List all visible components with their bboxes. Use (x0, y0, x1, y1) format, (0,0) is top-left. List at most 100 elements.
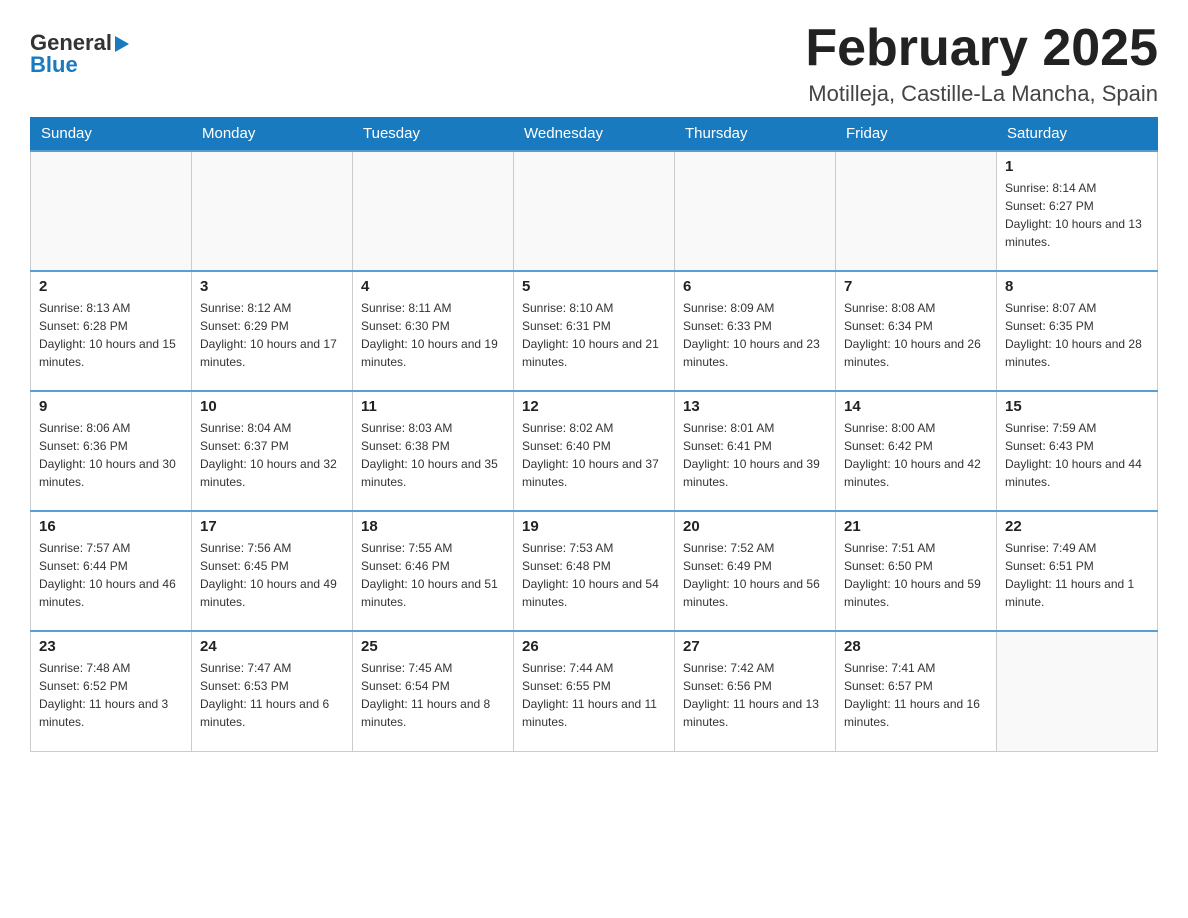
calendar-header-row: SundayMondayTuesdayWednesdayThursdayFrid… (31, 117, 1158, 151)
calendar-week-row: 16 Sunrise: 7:57 AMSunset: 6:44 PMDayligh… (31, 511, 1158, 631)
calendar-cell: 28 Sunrise: 7:41 AMSunset: 6:57 PMDayligh… (836, 631, 997, 751)
calendar-cell: 2 Sunrise: 8:13 AMSunset: 6:28 PMDaylight… (31, 271, 192, 391)
day-number: 21 (844, 518, 988, 535)
calendar-cell (31, 151, 192, 271)
day-info: Sunrise: 7:49 AMSunset: 6:51 PMDaylight:… (1005, 539, 1149, 611)
calendar-cell: 8Sunrise: 8:07 AMSunset: 6:35 PMDaylight… (997, 271, 1158, 391)
day-number: 12 (522, 398, 666, 415)
calendar-week-row: 23Sunrise: 7:48 AMSunset: 6:52 PMDayligh… (31, 631, 1158, 751)
day-number: 18 (361, 518, 505, 535)
day-number: 22 (1005, 518, 1149, 535)
day-info: Sunrise: 8:11 AMSunset: 6:30 PMDaylight:… (361, 299, 505, 371)
day-info: Sunrise: 7:41 AMSunset: 6:57 PMDaylight:… (844, 659, 988, 731)
calendar-cell: 24Sunrise: 7:47 AMSunset: 6:53 PMDayligh… (192, 631, 353, 751)
calendar-header-saturday: Saturday (997, 117, 1158, 151)
calendar-cell: 18 Sunrise: 7:55 AMSunset: 6:46 PMDayligh… (353, 511, 514, 631)
day-number: 25 (361, 638, 505, 655)
calendar-cell: 12 Sunrise: 8:02 AMSunset: 6:40 PMDayligh… (514, 391, 675, 511)
day-info: Sunrise: 7:57 AMSunset: 6:44 PMDaylight:… (39, 539, 183, 611)
page-header: General Blue February 2025 Motilleja, Ca… (30, 20, 1158, 107)
calendar-cell: 16 Sunrise: 7:57 AMSunset: 6:44 PMDayligh… (31, 511, 192, 631)
logo: General Blue (30, 30, 129, 78)
day-number: 13 (683, 398, 827, 415)
calendar-cell: 15 Sunrise: 7:59 AMSunset: 6:43 PMDayligh… (997, 391, 1158, 511)
calendar-table: SundayMondayTuesdayWednesdayThursdayFrid… (30, 117, 1158, 752)
day-number: 8 (1005, 278, 1149, 295)
day-number: 24 (200, 638, 344, 655)
calendar-week-row: 1 Sunrise: 8:14 AMSunset: 6:27 PMDaylight… (31, 151, 1158, 271)
calendar-week-row: 2 Sunrise: 8:13 AMSunset: 6:28 PMDaylight… (31, 271, 1158, 391)
day-number: 14 (844, 398, 988, 415)
month-title: February 2025 (805, 20, 1158, 77)
calendar-cell: 4 Sunrise: 8:11 AMSunset: 6:30 PMDaylight… (353, 271, 514, 391)
day-number: 16 (39, 518, 183, 535)
day-number: 6 (683, 278, 827, 295)
calendar-cell (997, 631, 1158, 751)
day-info: Sunrise: 7:55 AMSunset: 6:46 PMDaylight:… (361, 539, 505, 611)
day-info: Sunrise: 8:02 AMSunset: 6:40 PMDaylight:… (522, 419, 666, 491)
calendar-cell: 5 Sunrise: 8:10 AMSunset: 6:31 PMDaylight… (514, 271, 675, 391)
calendar-cell: 22 Sunrise: 7:49 AMSunset: 6:51 PMDayligh… (997, 511, 1158, 631)
calendar-cell: 7Sunrise: 8:08 AMSunset: 6:34 PMDaylight… (836, 271, 997, 391)
calendar-cell: 1 Sunrise: 8:14 AMSunset: 6:27 PMDaylight… (997, 151, 1158, 271)
calendar-cell: 13 Sunrise: 8:01 AMSunset: 6:41 PMDayligh… (675, 391, 836, 511)
calendar-cell: 10 Sunrise: 8:04 AMSunset: 6:37 PMDayligh… (192, 391, 353, 511)
day-number: 1 (1005, 158, 1149, 175)
day-number: 10 (200, 398, 344, 415)
day-info: Sunrise: 8:10 AMSunset: 6:31 PMDaylight:… (522, 299, 666, 371)
day-number: 9 (39, 398, 183, 415)
day-info: Sunrise: 7:42 AMSunset: 6:56 PMDaylight:… (683, 659, 827, 731)
calendar-cell: 20Sunrise: 7:52 AMSunset: 6:49 PMDayligh… (675, 511, 836, 631)
day-number: 17 (200, 518, 344, 535)
calendar-cell (836, 151, 997, 271)
calendar-header-sunday: Sunday (31, 117, 192, 151)
calendar-cell: 9 Sunrise: 8:06 AMSunset: 6:36 PMDaylight… (31, 391, 192, 511)
day-info: Sunrise: 7:56 AMSunset: 6:45 PMDaylight:… (200, 539, 344, 611)
day-number: 2 (39, 278, 183, 295)
day-number: 15 (1005, 398, 1149, 415)
day-number: 5 (522, 278, 666, 295)
day-info: Sunrise: 8:12 AMSunset: 6:29 PMDaylight:… (200, 299, 344, 371)
calendar-cell: 11 Sunrise: 8:03 AMSunset: 6:38 PMDayligh… (353, 391, 514, 511)
logo-blue: Blue (30, 52, 78, 78)
day-info: Sunrise: 7:59 AMSunset: 6:43 PMDaylight:… (1005, 419, 1149, 491)
calendar-cell: 23Sunrise: 7:48 AMSunset: 6:52 PMDayligh… (31, 631, 192, 751)
day-info: Sunrise: 8:03 AMSunset: 6:38 PMDaylight:… (361, 419, 505, 491)
day-info: Sunrise: 8:04 AMSunset: 6:37 PMDaylight:… (200, 419, 344, 491)
day-number: 19 (522, 518, 666, 535)
calendar-header-wednesday: Wednesday (514, 117, 675, 151)
calendar-cell (353, 151, 514, 271)
calendar-cell: 3 Sunrise: 8:12 AMSunset: 6:29 PMDaylight… (192, 271, 353, 391)
calendar-cell (514, 151, 675, 271)
day-info: Sunrise: 8:09 AMSunset: 6:33 PMDaylight:… (683, 299, 827, 371)
day-info: Sunrise: 7:44 AMSunset: 6:55 PMDaylight:… (522, 659, 666, 731)
day-number: 27 (683, 638, 827, 655)
day-info: Sunrise: 8:08 AMSunset: 6:34 PMDaylight:… (844, 299, 988, 371)
day-info: Sunrise: 7:52 AMSunset: 6:49 PMDaylight:… (683, 539, 827, 611)
day-number: 4 (361, 278, 505, 295)
day-info: Sunrise: 7:53 AMSunset: 6:48 PMDaylight:… (522, 539, 666, 611)
day-number: 3 (200, 278, 344, 295)
calendar-cell: 26Sunrise: 7:44 AMSunset: 6:55 PMDayligh… (514, 631, 675, 751)
day-number: 23 (39, 638, 183, 655)
calendar-cell (675, 151, 836, 271)
calendar-cell: 25 Sunrise: 7:45 AMSunset: 6:54 PMDayligh… (353, 631, 514, 751)
day-number: 28 (844, 638, 988, 655)
calendar-cell: 14Sunrise: 8:00 AMSunset: 6:42 PMDayligh… (836, 391, 997, 511)
day-number: 11 (361, 398, 505, 415)
title-area: February 2025 Motilleja, Castille-La Man… (805, 20, 1158, 107)
location: Motilleja, Castille-La Mancha, Spain (805, 81, 1158, 107)
calendar-cell: 6 Sunrise: 8:09 AMSunset: 6:33 PMDaylight… (675, 271, 836, 391)
calendar-header-thursday: Thursday (675, 117, 836, 151)
calendar-header-monday: Monday (192, 117, 353, 151)
day-info: Sunrise: 8:01 AMSunset: 6:41 PMDaylight:… (683, 419, 827, 491)
calendar-header-tuesday: Tuesday (353, 117, 514, 151)
day-info: Sunrise: 8:13 AMSunset: 6:28 PMDaylight:… (39, 299, 183, 371)
day-info: Sunrise: 8:14 AMSunset: 6:27 PMDaylight:… (1005, 179, 1149, 251)
calendar-week-row: 9 Sunrise: 8:06 AMSunset: 6:36 PMDaylight… (31, 391, 1158, 511)
day-info: Sunrise: 7:45 AMSunset: 6:54 PMDaylight:… (361, 659, 505, 731)
calendar-cell: 21Sunrise: 7:51 AMSunset: 6:50 PMDayligh… (836, 511, 997, 631)
calendar-cell (192, 151, 353, 271)
day-info: Sunrise: 8:06 AMSunset: 6:36 PMDaylight:… (39, 419, 183, 491)
calendar-header-friday: Friday (836, 117, 997, 151)
